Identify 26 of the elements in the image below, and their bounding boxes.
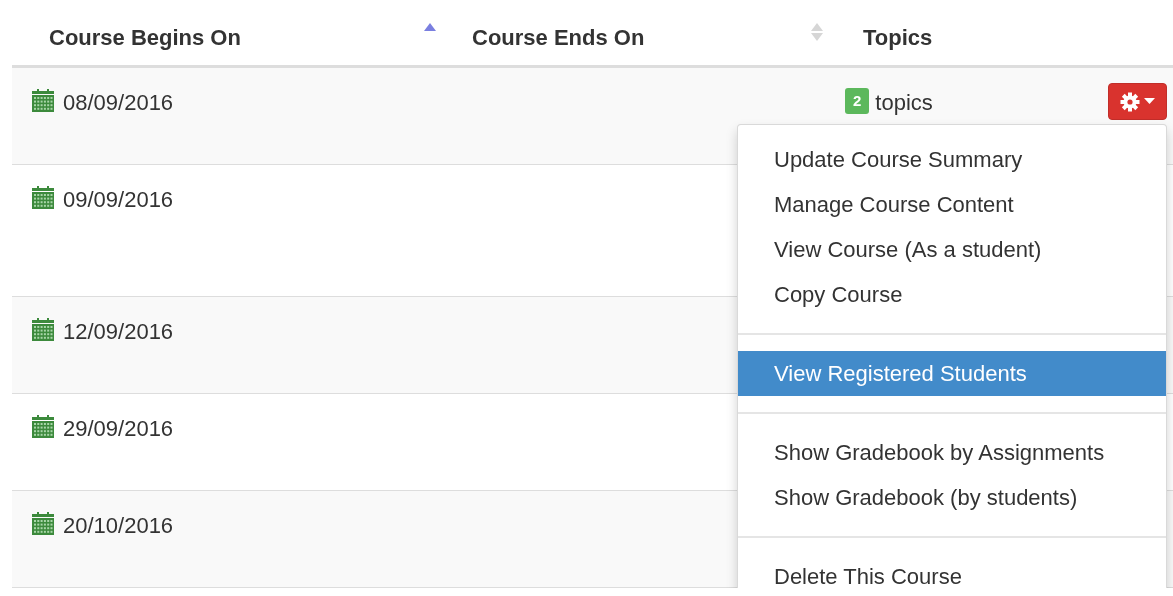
menu-item[interactable]: Show Gradebook by Assignments <box>738 430 1166 475</box>
menu-item[interactable]: Show Gradebook (by students) <box>738 475 1166 520</box>
menu-item[interactable]: Delete This Course <box>738 554 1166 588</box>
calendar-icon <box>31 512 55 536</box>
menu-item[interactable]: Update Course Summary <box>738 137 1166 182</box>
topics-label: topics <box>875 89 933 117</box>
actions-button[interactable] <box>1108 83 1167 120</box>
menu-item[interactable]: View Course (As a student) <box>738 227 1166 272</box>
calendar-icon <box>31 318 55 342</box>
column-header[interactable]: Topics <box>863 21 933 54</box>
date-text: 12/09/2016 <box>63 318 174 346</box>
calendar-icon <box>31 89 55 113</box>
gear-icon <box>1120 91 1140 112</box>
date-text: 29/09/2016 <box>63 415 174 443</box>
menu-item[interactable]: Copy Course <box>738 272 1166 317</box>
date-text: 20/10/2016 <box>63 512 174 540</box>
date-text: 09/09/2016 <box>63 186 174 214</box>
topic-count: 2 <box>845 88 870 114</box>
calendar-icon <box>31 186 55 210</box>
menu-item[interactable]: Manage Course Content <box>738 182 1166 227</box>
menu-item[interactable]: View Registered Students <box>738 351 1166 396</box>
date-text: 08/09/2016 <box>63 89 174 117</box>
column-header[interactable]: Course Begins On <box>49 21 241 54</box>
calendar-icon <box>31 415 55 439</box>
column-header[interactable]: Course Ends On <box>472 21 645 54</box>
caret-icon <box>1144 98 1155 105</box>
